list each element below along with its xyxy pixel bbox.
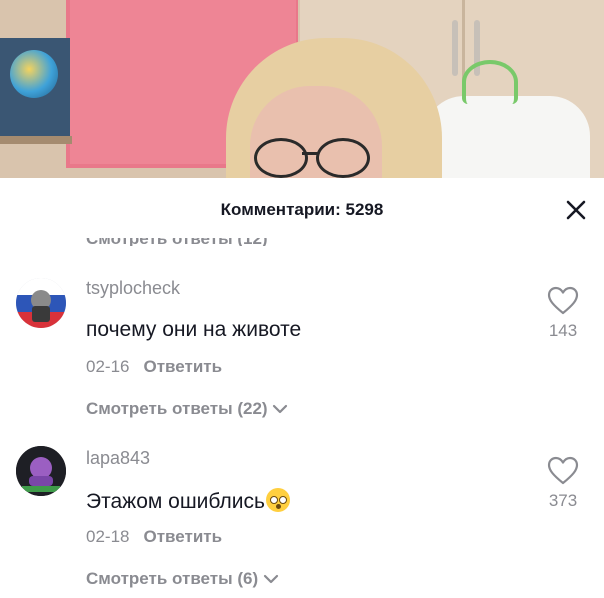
chevron-down-icon [273, 404, 288, 414]
comment-text: почему они на животе [86, 318, 302, 341]
comment-date: 02-18 [86, 527, 130, 546]
comments-sheet: Комментарии: 5298 Смотреть ответы (12) t… [0, 178, 604, 598]
reply-button[interactable]: Ответить [143, 357, 222, 376]
comments-title: Комментарии: 5298 [220, 200, 384, 219]
avatar[interactable] [16, 446, 66, 496]
avatar[interactable] [16, 278, 66, 328]
comment-meta: 02-18 Ответить [86, 527, 222, 547]
comment-date: 02-16 [86, 357, 130, 376]
comment-username[interactable]: tsyplocheck [86, 278, 180, 299]
video-frame[interactable] [0, 0, 604, 178]
comment-item: lapa843 Этажом ошиблись 02-18 Ответить См… [0, 436, 604, 598]
comment-item: tsyplocheck почему они на животе 02-16 От… [0, 266, 604, 436]
video-shelf [0, 136, 72, 144]
video-glasses-bridge [302, 152, 318, 155]
view-replies-label: Смотреть ответы (22) [86, 399, 268, 418]
reply-button[interactable]: Ответить [143, 527, 222, 546]
like-count: 143 [548, 321, 578, 340]
comment-text: Этажом ошиблись [86, 488, 290, 514]
video-cabinet-handle [452, 20, 458, 76]
view-replies-label: Смотреть ответы (6) [86, 569, 259, 588]
heart-outline-icon[interactable] [543, 456, 583, 491]
video-globe [10, 50, 58, 98]
video-glasses-lens [254, 138, 308, 178]
video-glasses-lens [316, 138, 370, 178]
view-replies-button[interactable]: Смотреть ответы (22) [86, 399, 288, 419]
like-count: 373 [548, 491, 578, 510]
flushed-face-icon [265, 488, 290, 512]
close-icon[interactable] [560, 194, 592, 226]
comment-username[interactable]: lapa843 [86, 448, 150, 469]
view-replies-button[interactable]: Смотреть ответы (6) [86, 569, 279, 589]
video-hanger [462, 60, 518, 104]
truncated-view-replies[interactable]: Смотреть ответы (12) [0, 238, 604, 246]
heart-outline-icon[interactable] [543, 286, 583, 321]
video-white-shirt [424, 96, 590, 178]
comment-meta: 02-16 Ответить [86, 357, 222, 377]
chevron-down-icon [263, 574, 278, 584]
comment-text-body: Этажом ошиблись [86, 490, 265, 513]
